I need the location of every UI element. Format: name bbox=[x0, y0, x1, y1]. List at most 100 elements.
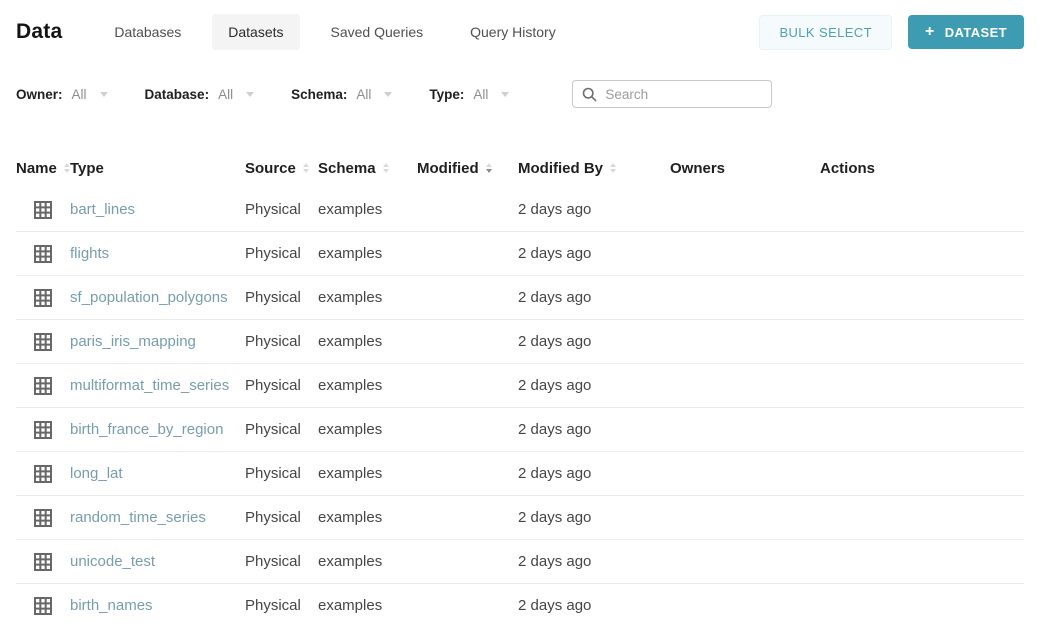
tab-databases[interactable]: Databases bbox=[98, 14, 197, 50]
dataset-name-link[interactable]: birth_names bbox=[70, 597, 153, 614]
table-row: sf_population_polygons Physical examples 2 … bbox=[16, 276, 1024, 320]
table-body: bart_lines Physical examples 2 days ago flig… bbox=[16, 188, 1024, 626]
filter-select-schema[interactable]: Schema: All bbox=[291, 86, 393, 102]
filter-select-owner[interactable]: Owner: All bbox=[16, 87, 108, 102]
chevron-down-icon bbox=[246, 91, 255, 97]
cell-modified: 2 days ago bbox=[518, 377, 592, 394]
dataset-grid-icon bbox=[16, 332, 70, 352]
cell-source: examples bbox=[318, 201, 383, 218]
search-box bbox=[572, 80, 773, 108]
dataset-grid-icon bbox=[16, 596, 70, 616]
cell-source: examples bbox=[318, 377, 383, 394]
dataset-name-link[interactable]: random_time_series bbox=[70, 509, 206, 526]
dataset-name-link[interactable]: paris_iris_mapping bbox=[70, 333, 196, 350]
filter-select-type[interactable]: Type: All bbox=[429, 86, 510, 102]
column-header-label: Schema bbox=[318, 159, 376, 177]
dataset-grid-icon bbox=[16, 376, 70, 396]
table-row: random_time_series Physical examples 2 days… bbox=[16, 496, 1024, 540]
column-header-label: Source bbox=[245, 159, 296, 177]
filter-value: All bbox=[356, 86, 372, 102]
table-row: multiformat_time_series Physical examples 2… bbox=[16, 364, 1024, 408]
cell-modified: 2 days ago bbox=[518, 421, 592, 438]
nav-tabs: Databases Datasets Saved Queries Query Hist… bbox=[98, 14, 571, 50]
search-input[interactable] bbox=[605, 86, 763, 102]
datasets-table: Name Type Source Schema Modified Modified By O… bbox=[16, 148, 1024, 626]
table-row: flights Physical examples 2 days ago bbox=[16, 232, 1024, 276]
column-header-type: Type bbox=[70, 160, 245, 177]
dataset-name-link[interactable]: sf_population_polygons bbox=[70, 289, 228, 306]
cell-modified: 2 days ago bbox=[518, 509, 592, 526]
dataset-name-link[interactable]: flights bbox=[70, 245, 109, 262]
filter-label: Schema: bbox=[291, 86, 348, 102]
cell-modified: 2 days ago bbox=[518, 289, 592, 306]
plus-icon: + bbox=[924, 23, 935, 40]
dataset-name-link[interactable]: long_lat bbox=[70, 465, 123, 482]
sort-icon bbox=[610, 163, 616, 173]
column-header-label: Modified By bbox=[518, 159, 603, 177]
cell-type: Physical bbox=[245, 245, 301, 262]
column-header-label: Modified bbox=[417, 159, 479, 177]
chevron-down-icon bbox=[501, 91, 510, 97]
filter-label: Owner: bbox=[16, 86, 63, 102]
cell-type: Physical bbox=[245, 377, 301, 394]
filter-group: Owner: All Database: All Schema: All Type: All bbox=[16, 87, 546, 102]
chevron-down-icon bbox=[99, 91, 108, 97]
dataset-grid-icon bbox=[16, 552, 70, 572]
cell-type: Physical bbox=[245, 597, 301, 614]
dataset-name-link[interactable]: unicode_test bbox=[70, 553, 155, 570]
dataset-grid-icon bbox=[16, 288, 70, 308]
cell-source: examples bbox=[318, 333, 383, 350]
cell-modified: 2 days ago bbox=[518, 201, 592, 218]
column-header-label: Name bbox=[16, 159, 57, 177]
cell-modified: 2 days ago bbox=[518, 245, 592, 262]
column-header-modified-by[interactable]: Modified By bbox=[518, 160, 670, 177]
column-header-source[interactable]: Source bbox=[245, 160, 318, 177]
column-header-owners: Owners bbox=[670, 160, 820, 177]
table-row: birth_names Physical examples 2 days ago bbox=[16, 584, 1024, 626]
column-header-label: Type bbox=[70, 159, 104, 177]
add-dataset-label: DATASET bbox=[944, 24, 1007, 40]
filter-select-database[interactable]: Database: All bbox=[145, 87, 255, 102]
cell-source: examples bbox=[318, 597, 383, 614]
cell-modified: 2 days ago bbox=[518, 465, 592, 482]
filter-label: Database: bbox=[144, 86, 210, 102]
column-header-label: Actions bbox=[820, 159, 876, 177]
search-icon bbox=[583, 87, 597, 101]
column-header-actions: Actions bbox=[820, 160, 920, 177]
cell-modified: 2 days ago bbox=[518, 333, 592, 350]
dataset-name-link[interactable]: multiformat_time_series bbox=[70, 377, 229, 394]
tab-saved-queries[interactable]: Saved Queries bbox=[315, 14, 440, 50]
column-header-name[interactable]: Name bbox=[16, 160, 70, 177]
dataset-name-link[interactable]: bart_lines bbox=[70, 201, 135, 218]
dataset-grid-icon bbox=[16, 420, 70, 440]
top-bar: Data Databases Datasets Saved Queries Query… bbox=[0, 0, 1040, 64]
column-header-schema[interactable]: Schema bbox=[318, 160, 417, 177]
dataset-grid-icon bbox=[16, 508, 70, 528]
filter-value: All bbox=[473, 86, 489, 102]
filter-label: Type: bbox=[429, 86, 465, 102]
table-row: bart_lines Physical examples 2 days ago bbox=[16, 188, 1024, 232]
table-header-row: Name Type Source Schema Modified Modified By O… bbox=[16, 148, 1024, 188]
column-header-modified[interactable]: Modified bbox=[417, 160, 518, 177]
cell-type: Physical bbox=[245, 333, 301, 350]
bulk-select-button[interactable]: BULK SELECT bbox=[759, 14, 892, 50]
chevron-down-icon bbox=[384, 91, 393, 97]
cell-source: examples bbox=[318, 421, 383, 438]
cell-source: examples bbox=[318, 509, 383, 526]
add-dataset-button[interactable]: + DATASET bbox=[907, 15, 1024, 49]
tab-datasets[interactable]: Datasets bbox=[212, 14, 300, 50]
dataset-name-link[interactable]: birth_france_by_region bbox=[70, 421, 223, 438]
cell-modified: 2 days ago bbox=[518, 553, 592, 570]
dataset-grid-icon bbox=[16, 200, 70, 220]
table-row: unicode_test Physical examples 2 days ago bbox=[16, 540, 1024, 584]
cell-type: Physical bbox=[245, 509, 301, 526]
page-title: Data bbox=[16, 20, 63, 43]
table-row: birth_france_by_region Physical examples 2 … bbox=[16, 408, 1024, 452]
filter-value: All bbox=[218, 86, 234, 102]
tab-query-history[interactable]: Query History bbox=[454, 14, 572, 50]
cell-source: examples bbox=[318, 553, 383, 570]
sort-icon bbox=[485, 163, 492, 173]
cell-type: Physical bbox=[245, 465, 301, 482]
sort-icon bbox=[382, 163, 389, 173]
dataset-grid-icon bbox=[16, 464, 70, 484]
